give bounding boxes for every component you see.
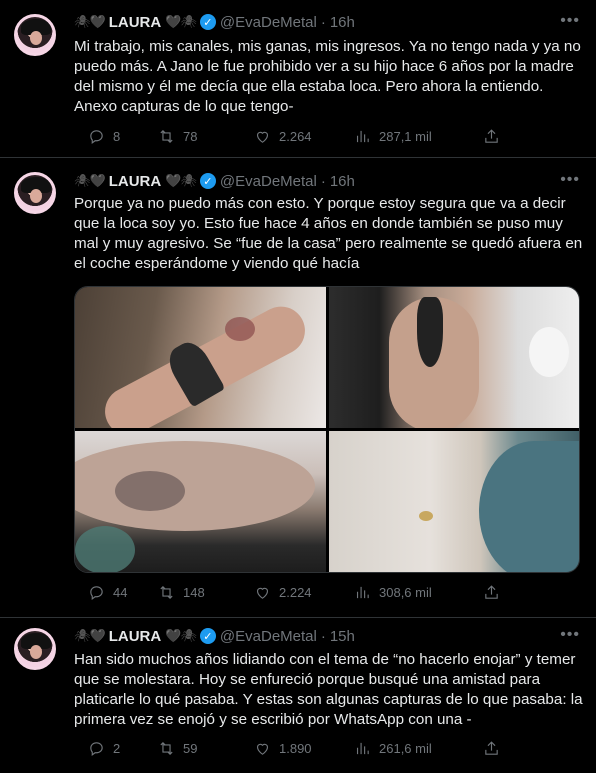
heart-icon (256, 587, 269, 599)
separator-dot: · (320, 172, 326, 190)
user-handle[interactable]: @EvaDeMetal (220, 628, 317, 645)
reply-count: 8 (113, 129, 121, 144)
like-count: 1.890 (279, 741, 312, 756)
photo-leg-bruise[interactable] (75, 431, 326, 572)
photo-arm-bruise-1[interactable] (75, 287, 326, 428)
separator-dot: · (320, 627, 326, 645)
user-handle[interactable]: @EvaDeMetal (220, 173, 317, 190)
share-button[interactable] (483, 584, 500, 601)
tweet-text: Mi trabajo, mis canales, mis ganas, mis … (74, 38, 581, 115)
display-name[interactable]: LAURA (109, 628, 162, 645)
more-horizontal-icon[interactable]: ••• (560, 626, 580, 644)
share-button[interactable] (483, 740, 500, 757)
like-button[interactable]: 2.224 (254, 584, 312, 601)
views-button[interactable]: 308,6 mil (354, 584, 432, 601)
like-count: 2.224 (279, 585, 312, 600)
views-chart-icon (356, 742, 369, 755)
timestamp[interactable]: 15h (330, 628, 355, 645)
retweet-count: 148 (183, 585, 205, 600)
view-count: 287,1 mil (379, 129, 432, 144)
action-bar: 8 78 2.264 287,1 mil (88, 128, 508, 148)
views-button[interactable]: 287,1 mil (354, 128, 432, 145)
separator-dot: · (320, 13, 326, 31)
reply-button[interactable]: 44 (88, 584, 127, 601)
retweet-count: 78 (183, 129, 198, 144)
verified-badge-icon: ✓ (199, 173, 216, 189)
tweet-header: 🕷🖤 LAURA 🖤🕷 ✓ @EvaDeMetal · 16h (74, 171, 355, 191)
heart-icon (256, 131, 269, 143)
tweet[interactable]: 🕷🖤 LAURA 🖤🕷 ✓ @EvaDeMetal · 16h ••• Porq… (0, 158, 596, 617)
like-button[interactable]: 2.264 (254, 128, 312, 145)
tweet[interactable]: 🕷🖤 LAURA 🖤🕷 ✓ @EvaDeMetal · 15h ••• Han … (0, 618, 596, 773)
timestamp[interactable]: 16h (330, 173, 355, 190)
name-decoration-right: 🖤🕷 (165, 628, 197, 643)
photo-tattoo-bruise[interactable] (329, 431, 579, 572)
retweet-icon (160, 742, 173, 755)
name-decoration-left: 🕷🖤 (74, 628, 106, 643)
action-bar: 2 59 1.890 261,6 mil (88, 740, 508, 760)
retweet-icon (160, 130, 173, 143)
reply-icon (90, 586, 103, 601)
share-icon (485, 585, 498, 599)
retweet-button[interactable]: 59 (158, 740, 197, 757)
like-count: 2.264 (279, 129, 312, 144)
more-horizontal-icon[interactable]: ••• (560, 171, 580, 189)
name-decoration-right: 🖤🕷 (165, 173, 197, 188)
avatar[interactable] (14, 628, 56, 670)
tweet-text: Porque ya no puedo más con esto. Y porqu… (74, 195, 583, 272)
display-name[interactable]: LAURA (109, 173, 162, 190)
reply-button[interactable]: 2 (88, 740, 120, 757)
media-grid (74, 286, 580, 573)
views-chart-icon (356, 130, 369, 143)
retweet-count: 59 (183, 741, 198, 756)
action-bar: 44 148 2.224 308,6 mil (88, 584, 508, 604)
name-decoration-left: 🕷🖤 (74, 14, 106, 29)
reply-count: 44 (113, 585, 128, 600)
views-button[interactable]: 261,6 mil (354, 740, 432, 757)
retweet-button[interactable]: 148 (158, 584, 205, 601)
retweet-button[interactable]: 78 (158, 128, 197, 145)
share-icon (485, 129, 498, 143)
name-decoration-right: 🖤🕷 (165, 14, 197, 29)
reply-icon (90, 742, 103, 757)
display-name[interactable]: LAURA (109, 14, 162, 31)
reply-button[interactable]: 8 (88, 128, 120, 145)
photo-arm-bruise-2[interactable] (329, 287, 579, 428)
avatar[interactable] (14, 14, 56, 56)
share-icon (485, 741, 498, 755)
user-handle[interactable]: @EvaDeMetal (220, 14, 317, 31)
share-button[interactable] (483, 128, 500, 145)
verified-badge-icon: ✓ (199, 14, 216, 30)
timestamp[interactable]: 16h (330, 14, 355, 31)
view-count: 308,6 mil (379, 585, 432, 600)
like-button[interactable]: 1.890 (254, 740, 312, 757)
more-horizontal-icon[interactable]: ••• (560, 12, 580, 30)
reply-count: 2 (113, 741, 121, 756)
retweet-icon (160, 586, 173, 599)
reply-icon (90, 130, 103, 145)
tweet-text: Han sido muchos años lidiando con el tem… (74, 651, 583, 728)
heart-icon (256, 743, 269, 755)
views-chart-icon (356, 586, 369, 599)
name-decoration-left: 🕷🖤 (74, 173, 106, 188)
tweet-header: 🕷🖤 LAURA 🖤🕷 ✓ @EvaDeMetal · 15h (74, 626, 355, 646)
avatar[interactable] (14, 172, 56, 214)
view-count: 261,6 mil (379, 741, 432, 756)
verified-badge-icon: ✓ (199, 628, 216, 644)
tweet-header: 🕷🖤 LAURA 🖤🕷 ✓ @EvaDeMetal · 16h (74, 12, 355, 32)
tweet[interactable]: 🕷🖤 LAURA 🖤🕷 ✓ @EvaDeMetal · 16h ••• Mi t… (0, 0, 596, 157)
